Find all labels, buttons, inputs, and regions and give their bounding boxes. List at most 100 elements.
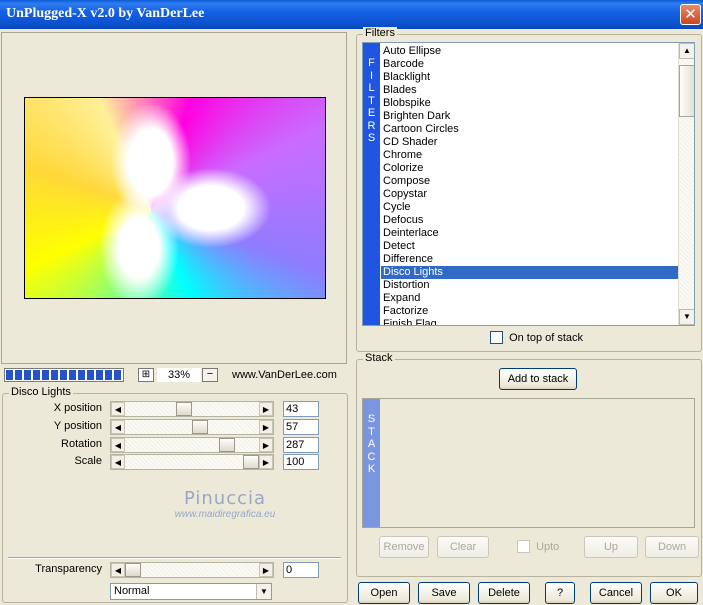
slider-thumb[interactable] <box>125 563 141 577</box>
progress-block <box>114 370 121 380</box>
zoom-fit-icon[interactable]: ⊞ <box>138 368 154 382</box>
filter-item[interactable]: Copystar <box>381 188 679 201</box>
tab-letter: F <box>368 57 375 69</box>
transparency-label: Transparency <box>35 563 102 575</box>
upto-option[interactable]: Upto <box>517 540 559 553</box>
save-button[interactable]: Save <box>418 582 470 604</box>
transparency-input[interactable]: 0 <box>283 562 319 578</box>
filter-item[interactable]: Blades <box>381 84 679 97</box>
param-slider[interactable]: ◀ ▶ <box>110 454 274 470</box>
tab-letter: E <box>367 107 376 119</box>
open-button[interactable]: Open <box>358 582 410 604</box>
move-down-button[interactable]: Down <box>645 536 699 558</box>
chevron-down-icon[interactable]: ▼ <box>256 584 271 599</box>
scroll-thumb[interactable] <box>679 65 694 117</box>
param-slider[interactable]: ◀ ▶ <box>110 437 274 453</box>
scroll-down-arrow-icon[interactable]: ▼ <box>679 309 694 325</box>
remove-button[interactable]: Remove <box>379 536 429 558</box>
filter-item[interactable]: Blobspike <box>381 97 679 110</box>
on-top-of-stack-label: On top of stack <box>509 331 584 344</box>
help-button[interactable]: ? <box>545 582 575 604</box>
slider-thumb[interactable] <box>243 455 259 469</box>
add-to-stack-button[interactable]: Add to stack <box>499 368 577 390</box>
watermark: Pinuccia www.maidiregrafica.eu <box>160 488 290 520</box>
transparency-slider[interactable]: ◀ ▶ <box>110 562 274 578</box>
filter-item[interactable]: Auto Ellipse <box>381 45 679 58</box>
progress-block <box>42 370 49 380</box>
slider-thumb[interactable] <box>219 438 235 452</box>
tab-letter: T <box>368 94 375 107</box>
filter-item[interactable]: Distortion <box>381 279 679 292</box>
scroll-up-arrow-icon[interactable]: ▲ <box>679 43 694 59</box>
param-input[interactable]: 57 <box>283 419 319 435</box>
on-top-of-stack-option[interactable]: On top of stack <box>490 331 583 344</box>
filter-item[interactable]: Barcode <box>381 58 679 71</box>
website-link[interactable]: www.VanDerLee.com <box>232 369 337 381</box>
param-input[interactable]: 287 <box>283 437 319 453</box>
clear-button[interactable]: Clear <box>437 536 489 558</box>
slider-left-arrow-icon[interactable]: ◀ <box>111 438 125 452</box>
slider-thumb[interactable] <box>176 402 192 416</box>
param-input[interactable]: 100 <box>283 454 319 470</box>
filter-item[interactable]: Disco Lights <box>381 266 679 279</box>
slider-right-arrow-icon[interactable]: ▶ <box>259 438 273 452</box>
param-row: Scale ◀ ▶ 100 <box>2 454 342 470</box>
progress-block <box>78 370 85 380</box>
slider-right-arrow-icon[interactable]: ▶ <box>259 563 273 577</box>
zoom-level: 33% <box>157 368 201 382</box>
filter-item[interactable]: Chrome <box>381 149 679 162</box>
progress-block <box>33 370 40 380</box>
filter-item[interactable]: Blacklight <box>381 71 679 84</box>
zoom-out-button[interactable]: − <box>202 368 218 382</box>
slider-left-arrow-icon[interactable]: ◀ <box>111 563 125 577</box>
filter-list-scrollbar[interactable]: ▲ ▼ <box>678 43 694 325</box>
close-button[interactable]: ✕ <box>680 4 701 25</box>
stack-list[interactable]: STACK <box>362 398 695 528</box>
param-row: Rotation ◀ ▶ 287 <box>2 437 342 453</box>
delete-button[interactable]: Delete <box>478 582 530 604</box>
slider-left-arrow-icon[interactable]: ◀ <box>111 420 125 434</box>
param-input[interactable]: 43 <box>283 401 319 417</box>
filter-item[interactable]: Colorize <box>381 162 679 175</box>
param-label: Y position <box>53 420 102 432</box>
divider <box>8 557 341 559</box>
filter-item[interactable]: Difference <box>381 253 679 266</box>
filters-tab: FILTERS <box>363 43 380 325</box>
param-slider[interactable]: ◀ ▶ <box>110 401 274 417</box>
tab-letter: S <box>367 132 376 144</box>
tab-letter: A <box>367 438 376 450</box>
filter-item[interactable]: Defocus <box>381 214 679 227</box>
slider-left-arrow-icon[interactable]: ◀ <box>111 455 125 469</box>
ok-button[interactable]: OK <box>650 582 698 604</box>
upto-checkbox[interactable] <box>517 540 530 553</box>
filter-item[interactable]: Cartoon Circles <box>381 123 679 136</box>
param-label: Rotation <box>61 438 102 450</box>
watermark-url: www.maidiregrafica.eu <box>174 509 276 520</box>
filter-item[interactable]: Detect <box>381 240 679 253</box>
filter-item[interactable]: Deinterlace <box>381 227 679 240</box>
preview-image[interactable] <box>24 97 326 299</box>
slider-right-arrow-icon[interactable]: ▶ <box>259 455 273 469</box>
tab-letter: R <box>367 119 376 132</box>
filter-list[interactable]: FILTERS Auto Ellipse Barcode Blacklight Bla… <box>362 42 695 326</box>
filter-item[interactable]: Expand <box>381 292 679 305</box>
move-up-button[interactable]: Up <box>584 536 638 558</box>
filter-item[interactable]: Finish Flag <box>381 318 679 325</box>
blend-mode-select[interactable]: Normal ▼ <box>110 583 272 600</box>
filter-item[interactable]: Brighten Dark <box>381 110 679 123</box>
filter-item[interactable]: Cycle <box>381 201 679 214</box>
slider-right-arrow-icon[interactable]: ▶ <box>259 420 273 434</box>
filter-item[interactable]: Factorize <box>381 305 679 318</box>
filter-item[interactable]: CD Shader <box>381 136 679 149</box>
render-progress-bar <box>4 368 124 382</box>
cancel-button[interactable]: Cancel <box>590 582 642 604</box>
filter-item[interactable]: Compose <box>381 175 679 188</box>
slider-right-arrow-icon[interactable]: ▶ <box>259 402 273 416</box>
progress-block <box>6 370 13 380</box>
param-slider[interactable]: ◀ ▶ <box>110 419 274 435</box>
param-label: Scale <box>74 455 102 467</box>
slider-thumb[interactable] <box>192 420 208 434</box>
on-top-of-stack-checkbox[interactable] <box>490 331 503 344</box>
slider-left-arrow-icon[interactable]: ◀ <box>111 402 125 416</box>
param-row: X position ◀ ▶ 43 <box>2 401 342 417</box>
